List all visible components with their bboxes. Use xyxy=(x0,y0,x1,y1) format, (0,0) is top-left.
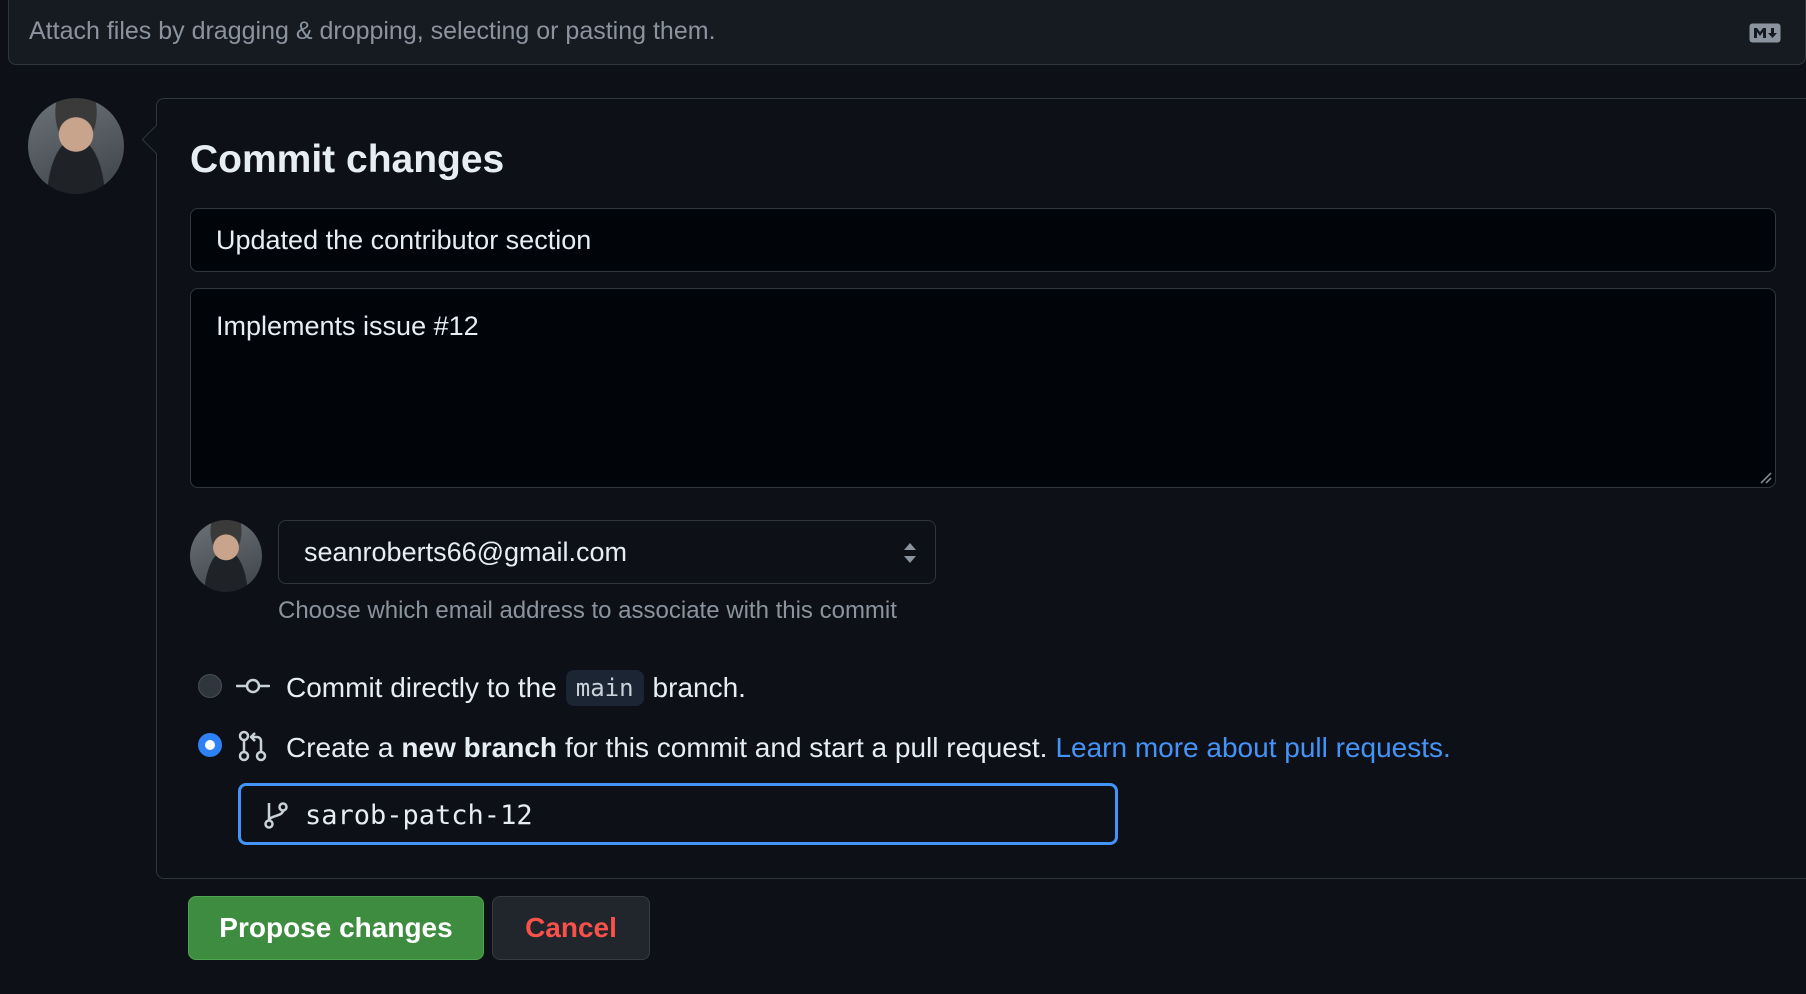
commit-description-textarea[interactable]: Implements issue #12 xyxy=(190,288,1776,488)
email-select[interactable]: seanroberts66@gmail.com xyxy=(278,520,936,584)
commit-direct-label[interactable]: Commit directly to the main branch. xyxy=(286,666,746,710)
commit-direct-suffix: branch. xyxy=(652,672,746,703)
new-branch-label[interactable]: Create a new branch for this commit and … xyxy=(286,726,1451,770)
author-avatar xyxy=(190,520,262,592)
propose-changes-button[interactable]: Propose changes xyxy=(188,896,484,960)
new-branch-bold: new branch xyxy=(401,732,557,763)
branch-name-input[interactable] xyxy=(305,794,1095,836)
git-commit-icon xyxy=(236,678,270,694)
resize-grip-icon[interactable] xyxy=(1758,470,1772,484)
new-branch-suffix: for this commit and start a pull request… xyxy=(565,732,1048,763)
commit-direct-prefix: Commit directly to the xyxy=(286,672,557,703)
markdown-icon[interactable] xyxy=(1749,23,1781,43)
git-branch-icon xyxy=(264,802,288,829)
select-arrows-icon xyxy=(904,543,916,563)
cancel-button[interactable]: Cancel xyxy=(492,896,650,960)
branch-name-field[interactable] xyxy=(238,783,1118,845)
page-title: Commit changes xyxy=(190,138,505,181)
email-hint-text: Choose which email address to associate … xyxy=(278,597,897,624)
user-avatar xyxy=(28,98,124,194)
email-select-value: seanroberts66@gmail.com xyxy=(304,536,628,567)
new-branch-radio[interactable] xyxy=(198,733,222,757)
new-branch-prefix: Create a xyxy=(286,732,394,763)
pull-request-icon xyxy=(238,730,267,762)
learn-more-link[interactable]: Learn more about pull requests. xyxy=(1055,732,1450,764)
commit-summary-input[interactable] xyxy=(190,208,1776,272)
file-attach-dropzone[interactable]: Attach files by dragging & dropping, sel… xyxy=(8,0,1806,65)
attach-files-text: Attach files by dragging & dropping, sel… xyxy=(29,17,716,45)
commit-direct-radio[interactable] xyxy=(198,674,222,698)
branch-name-chip: main xyxy=(565,670,644,706)
